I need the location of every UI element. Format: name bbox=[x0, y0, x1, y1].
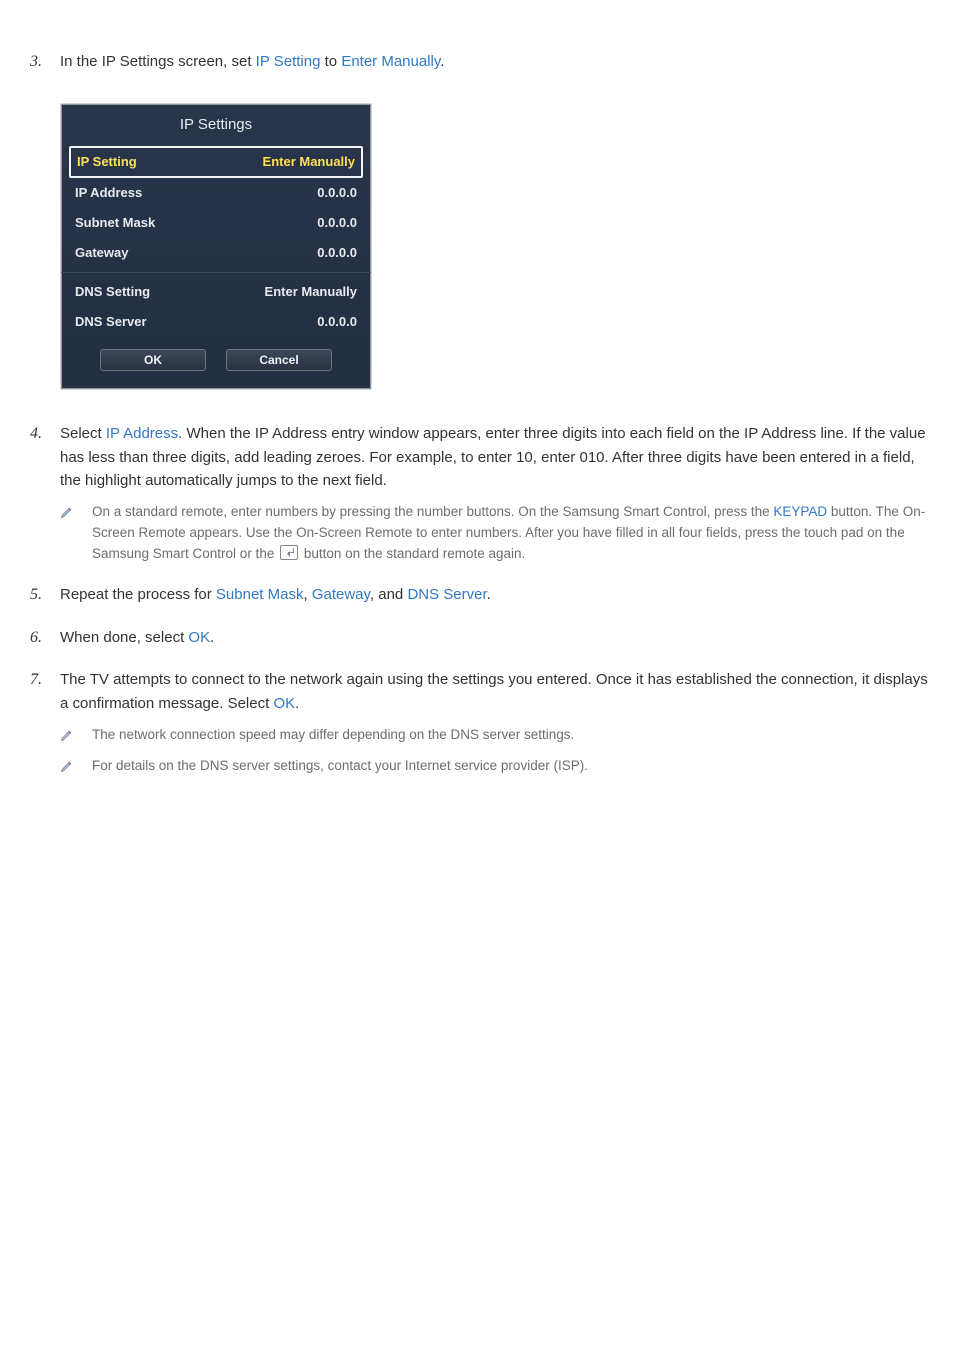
highlight-ip-address: IP Address bbox=[106, 425, 178, 442]
row-label: IP Setting bbox=[77, 152, 137, 172]
pencil-icon bbox=[60, 756, 78, 777]
highlight-ok: OK bbox=[188, 629, 210, 646]
row-value: 0.0.0.0 bbox=[317, 213, 357, 233]
highlight-subnet-mask: Subnet Mask bbox=[216, 586, 304, 603]
ip-settings-panel: IP Settings IP Setting Enter Manually IP… bbox=[60, 103, 372, 390]
step-body: Repeat the process for Subnet Mask, Gate… bbox=[60, 583, 934, 608]
text: . bbox=[440, 53, 444, 70]
text: Repeat the process for bbox=[60, 586, 216, 603]
text: , bbox=[303, 586, 311, 603]
pencil-icon bbox=[60, 725, 78, 746]
row-label: DNS Setting bbox=[75, 282, 150, 302]
step-body: The TV attempts to connect to the networ… bbox=[60, 668, 934, 776]
step-body: In the IP Settings screen, set IP Settin… bbox=[60, 50, 934, 404]
row-dns-setting[interactable]: DNS Setting Enter Manually bbox=[61, 272, 371, 307]
step-number: 7. bbox=[20, 668, 42, 776]
highlight-keypad: KEYPAD bbox=[773, 504, 827, 519]
step-4: 4. Select IP Address. When the IP Addres… bbox=[20, 422, 934, 565]
row-label: Gateway bbox=[75, 243, 128, 263]
row-dns-server[interactable]: DNS Server 0.0.0.0 bbox=[61, 307, 371, 337]
highlight-dns-server: DNS Server bbox=[407, 586, 486, 603]
instruction-list: 3. In the IP Settings screen, set IP Set… bbox=[20, 50, 934, 777]
row-value: Enter Manually bbox=[265, 282, 357, 302]
row-ip-address[interactable]: IP Address 0.0.0.0 bbox=[61, 178, 371, 208]
row-value: 0.0.0.0 bbox=[317, 312, 357, 332]
text: . bbox=[487, 586, 491, 603]
step-number: 4. bbox=[20, 422, 42, 565]
row-ip-setting[interactable]: IP Setting Enter Manually bbox=[69, 146, 363, 178]
step-number: 6. bbox=[20, 626, 42, 651]
step-text: Repeat the process for Subnet Mask, Gate… bbox=[60, 586, 491, 603]
highlight-ok: OK bbox=[273, 695, 295, 712]
step-number: 5. bbox=[20, 583, 42, 608]
highlight-ip-setting: IP Setting bbox=[256, 53, 321, 70]
text: Select bbox=[60, 425, 106, 442]
step-text: Select IP Address. When the IP Address e… bbox=[60, 425, 926, 489]
pencil-icon bbox=[60, 502, 78, 565]
text: When done, select bbox=[60, 629, 188, 646]
note: For details on the DNS server settings, … bbox=[60, 756, 934, 777]
text: . bbox=[210, 629, 214, 646]
note: On a standard remote, enter numbers by p… bbox=[60, 502, 934, 565]
highlight-enter-manually: Enter Manually bbox=[341, 53, 440, 70]
row-subnet-mask[interactable]: Subnet Mask 0.0.0.0 bbox=[61, 208, 371, 238]
row-value: Enter Manually bbox=[263, 152, 355, 172]
cancel-button[interactable]: Cancel bbox=[226, 349, 332, 371]
row-label: DNS Server bbox=[75, 312, 147, 332]
note: The network connection speed may differ … bbox=[60, 725, 934, 746]
enter-icon bbox=[280, 545, 298, 560]
note-text: The network connection speed may differ … bbox=[92, 725, 574, 746]
step-body: Select IP Address. When the IP Address e… bbox=[60, 422, 934, 565]
step-5: 5. Repeat the process for Subnet Mask, G… bbox=[20, 583, 934, 608]
panel-button-row: OK Cancel bbox=[61, 339, 371, 389]
step-3: 3. In the IP Settings screen, set IP Set… bbox=[20, 50, 934, 404]
row-value: 0.0.0.0 bbox=[317, 243, 357, 263]
text: , and bbox=[370, 586, 408, 603]
panel-rows: IP Setting Enter Manually IP Address 0.0… bbox=[61, 146, 371, 340]
step-text: When done, select OK. bbox=[60, 629, 214, 646]
step-7: 7. The TV attempts to connect to the net… bbox=[20, 668, 934, 776]
panel-title: IP Settings bbox=[61, 104, 371, 145]
text: The TV attempts to connect to the networ… bbox=[60, 671, 928, 711]
row-label: Subnet Mask bbox=[75, 213, 155, 233]
text: button on the standard remote again. bbox=[300, 546, 525, 561]
step-body: When done, select OK. bbox=[60, 626, 934, 651]
text: to bbox=[320, 53, 341, 70]
text: In the IP Settings screen, set bbox=[60, 53, 256, 70]
note-text: On a standard remote, enter numbers by p… bbox=[92, 502, 934, 565]
text: . When the IP Address entry window appea… bbox=[60, 425, 926, 489]
row-gateway[interactable]: Gateway 0.0.0.0 bbox=[61, 238, 371, 268]
step-text: In the IP Settings screen, set IP Settin… bbox=[60, 53, 444, 70]
text: . bbox=[295, 695, 299, 712]
step-text: The TV attempts to connect to the networ… bbox=[60, 671, 928, 711]
highlight-gateway: Gateway bbox=[312, 586, 370, 603]
row-label: IP Address bbox=[75, 183, 142, 203]
row-value: 0.0.0.0 bbox=[317, 183, 357, 203]
note-text: For details on the DNS server settings, … bbox=[92, 756, 588, 777]
step-6: 6. When done, select OK. bbox=[20, 626, 934, 651]
ok-button[interactable]: OK bbox=[100, 349, 206, 371]
text: On a standard remote, enter numbers by p… bbox=[92, 504, 773, 519]
step-number: 3. bbox=[20, 50, 42, 404]
